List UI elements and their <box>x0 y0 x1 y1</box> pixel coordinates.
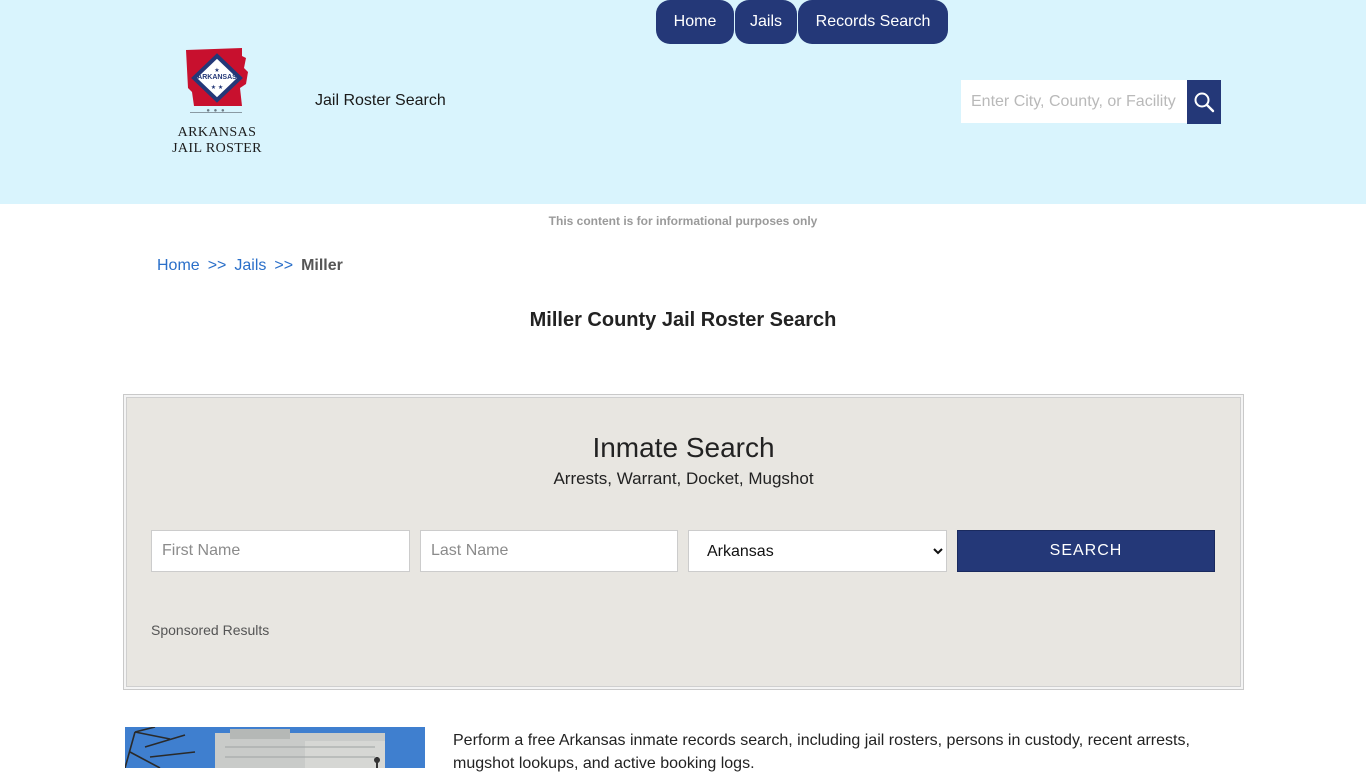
site-header: ARKANSAS ★ ★ ★ ● ● ● ARKANSAS JAIL ROSTE… <box>0 0 1366 204</box>
header-search-button[interactable] <box>1187 80 1221 124</box>
inmate-search-panel: Inmate Search Arrests, Warrant, Docket, … <box>123 394 1244 690</box>
breadcrumb-home[interactable]: Home <box>157 257 200 274</box>
disclaimer-text: This content is for informational purpos… <box>548 214 818 228</box>
inmate-search-title: Inmate Search <box>592 432 775 463</box>
svg-text:★: ★ <box>214 67 219 74</box>
inmate-search-button[interactable]: SEARCH <box>957 530 1215 572</box>
breadcrumb-separator: >> <box>274 257 294 274</box>
page-title: Miller County Jail Roster Search <box>529 309 837 331</box>
svg-text:★ ★: ★ ★ <box>211 84 223 91</box>
header-search-input[interactable] <box>961 80 1187 123</box>
breadcrumb-jails[interactable]: Jails <box>234 257 266 274</box>
arkansas-flag-logo-icon: ARKANSAS ★ ★ ★ <box>186 48 248 106</box>
breadcrumb-separator: >> <box>207 257 227 274</box>
search-icon <box>1194 92 1215 113</box>
breadcrumb: Home >> Jails >> Miller <box>157 257 343 275</box>
last-name-input[interactable] <box>420 530 678 572</box>
logo-ornament: ● ● ● <box>206 108 226 114</box>
site-tagline: Jail Roster Search <box>315 92 446 109</box>
logo-line-1: ARKANSAS <box>177 125 257 140</box>
jail-building-photo <box>125 727 425 768</box>
nav-records-search[interactable]: Records Search <box>798 0 948 44</box>
logo-flag-text: ARKANSAS <box>197 74 237 81</box>
breadcrumb-current: Miller <box>301 257 343 274</box>
nav-home[interactable]: Home <box>656 0 734 44</box>
inmate-search-subtitle: Arrests, Warrant, Docket, Mugshot <box>553 469 814 488</box>
state-select[interactable]: Arkansas <box>688 530 947 572</box>
intro-paragraph: Perform a free Arkansas inmate records s… <box>453 732 1190 772</box>
first-name-input[interactable] <box>151 530 410 572</box>
logo-divider <box>190 112 242 113</box>
nav-jails[interactable]: Jails <box>735 0 797 44</box>
logo-line-2: JAIL ROSTER <box>172 141 262 156</box>
site-logo[interactable]: ARKANSAS ★ ★ ★ ● ● ● ARKANSAS JAIL ROSTE… <box>166 46 270 162</box>
sponsored-results-label: Sponsored Results <box>151 622 270 638</box>
